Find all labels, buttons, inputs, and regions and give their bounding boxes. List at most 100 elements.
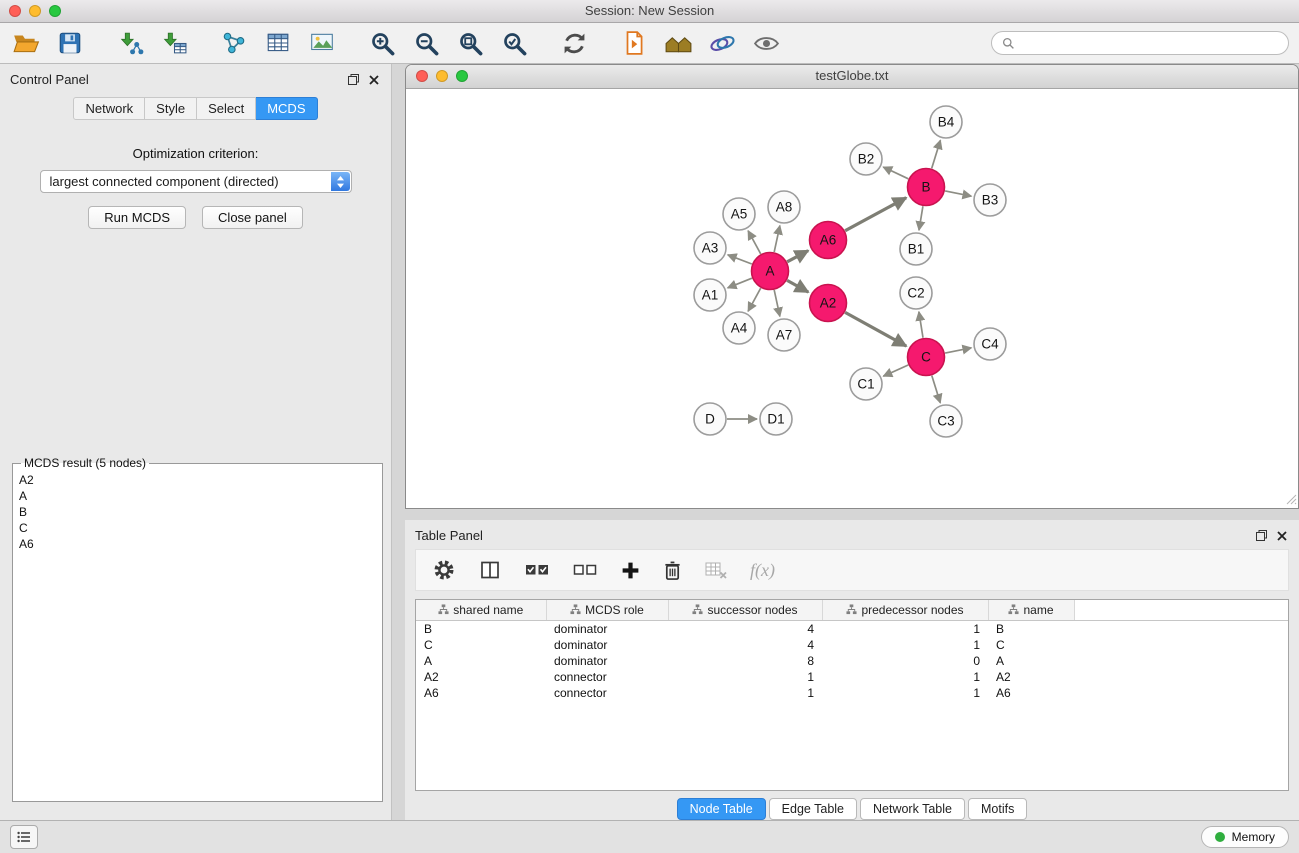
function-builder-icon[interactable]: f(x) [750,560,775,581]
close-table-panel-icon[interactable] [1277,531,1287,541]
network-node-B[interactable]: B [908,169,945,206]
column-header-successor-nodes[interactable]: successor nodes [668,600,822,621]
network-edge-C-C1[interactable] [883,365,908,376]
delete-table-icon[interactable] [704,560,728,580]
network-edge-B-B4[interactable] [932,140,941,168]
new-network-icon[interactable] [218,27,250,59]
delete-row-icon[interactable] [663,560,682,581]
run-mcds-button[interactable]: Run MCDS [88,206,186,229]
export-image-icon[interactable] [306,27,338,59]
criterion-dropdown[interactable]: largest connected component (directed) [40,170,352,193]
memory-button[interactable]: Memory [1201,826,1289,848]
column-header-mcds-role[interactable]: MCDS role [546,600,668,621]
network-edge-A-A1[interactable] [728,278,752,288]
show-hide-icon[interactable] [750,27,782,59]
network-edge-A-A7[interactable] [774,290,780,316]
column-layout-icon[interactable] [478,558,502,582]
status-menu-button[interactable] [10,825,38,849]
network-node-A3[interactable]: A3 [694,232,726,264]
network-canvas[interactable]: B4 B2 B B3 A8 A5 A6 B1 A3 A C2 A1 A2 A4 A7 C4 C C1 C3 D D1 [406,89,1298,509]
save-session-icon[interactable] [54,27,86,59]
network-node-A1[interactable]: A1 [694,279,726,311]
select-all-icon[interactable] [524,560,550,580]
memory-button-label: Memory [1232,830,1275,844]
gear-icon[interactable] [432,558,456,582]
network-node-D[interactable]: D [694,403,726,435]
tab-edge-table[interactable]: Edge Table [769,798,857,820]
tab-node-table[interactable]: Node Table [677,798,766,820]
zoom-selected-icon[interactable] [498,27,530,59]
network-canvas-area[interactable]: B4 B2 B B3 A8 A5 A6 B1 A3 A C2 A1 A2 A4 A7 C4 C C1 C3 D D1 [406,89,1298,509]
table-row[interactable]: A2connector11A2 [416,669,1288,685]
network-node-B4[interactable]: B4 [930,106,962,138]
network-edge-A2-C[interactable] [845,312,906,346]
table-row[interactable]: A6connector11A6 [416,685,1288,701]
filter-icon[interactable] [706,27,738,59]
network-node-C2[interactable]: C2 [900,277,932,309]
add-row-icon[interactable] [620,560,641,581]
resize-grip-icon[interactable] [1285,493,1297,508]
network-edge-A-A3[interactable] [728,255,752,264]
network-edge-A-A6[interactable] [787,251,808,262]
network-node-A8[interactable]: A8 [768,191,800,223]
network-node-B2[interactable]: B2 [850,143,882,175]
network-edge-B-B3[interactable] [945,191,971,196]
network-node-C3[interactable]: C3 [930,405,962,437]
import-table-icon[interactable] [158,27,190,59]
open-file-icon[interactable] [10,27,42,59]
zoom-fit-icon[interactable] [454,27,486,59]
zoom-out-icon[interactable] [410,27,442,59]
close-panel-button[interactable]: Close panel [202,206,303,229]
first-neighbors-icon[interactable] [662,27,694,59]
network-edge-C-C2[interactable] [919,312,923,338]
table-row[interactable]: Cdominator41C [416,637,1288,653]
network-node-C4[interactable]: C4 [974,328,1006,360]
table-row[interactable]: Adominator80A [416,653,1288,669]
new-table-icon[interactable] [262,27,294,59]
zoom-in-icon[interactable] [366,27,398,59]
network-node-B3[interactable]: B3 [974,184,1006,216]
network-node-C1[interactable]: C1 [850,368,882,400]
network-node-A2[interactable]: A2 [810,285,847,322]
tab-network[interactable]: Network [73,97,145,120]
tab-motifs[interactable]: Motifs [968,798,1027,820]
float-table-panel-icon[interactable] [1256,530,1267,541]
svg-text:B3: B3 [982,193,999,208]
column-header-name[interactable]: name [988,600,1074,621]
memory-status-icon [1215,832,1225,842]
network-node-B1[interactable]: B1 [900,233,932,265]
svg-text:C: C [921,350,931,365]
close-panel-icon[interactable] [369,75,379,85]
network-node-A6[interactable]: A6 [810,222,847,259]
network-edge-A-A4[interactable] [748,288,761,311]
network-edge-A-A8[interactable] [774,226,780,252]
deselect-all-icon[interactable] [572,560,598,580]
network-edge-B-B1[interactable] [919,206,923,230]
network-node-A5[interactable]: A5 [723,198,755,230]
tab-network-table[interactable]: Network Table [860,798,965,820]
network-node-D1[interactable]: D1 [760,403,792,435]
import-network-icon[interactable] [114,27,146,59]
tab-mcds[interactable]: MCDS [256,97,317,120]
refresh-layout-icon[interactable] [558,27,590,59]
float-panel-icon[interactable] [348,74,359,85]
network-edge-B-B2[interactable] [883,167,908,179]
network-edge-C-C3[interactable] [932,376,941,403]
network-node-A4[interactable]: A4 [723,312,755,344]
network-edge-C-C4[interactable] [945,348,971,353]
svg-text:B1: B1 [908,242,925,257]
table-row[interactable]: Bdominator41B [416,621,1288,638]
tab-style[interactable]: Style [145,97,197,120]
network-edge-A-A5[interactable] [748,231,761,254]
network-node-A7[interactable]: A7 [768,319,800,351]
tab-select[interactable]: Select [197,97,256,120]
help-document-icon[interactable] [618,27,650,59]
column-header-shared-name[interactable]: shared name [416,600,546,621]
network-node-C[interactable]: C [908,339,945,376]
column-header-predecessor-nodes[interactable]: predecessor nodes [822,600,988,621]
search-box[interactable] [991,31,1289,55]
search-input[interactable] [1021,35,1278,51]
network-edge-A-A2[interactable] [787,280,808,292]
network-edge-A6-B[interactable] [845,198,906,231]
network-node-A[interactable]: A [752,253,789,290]
